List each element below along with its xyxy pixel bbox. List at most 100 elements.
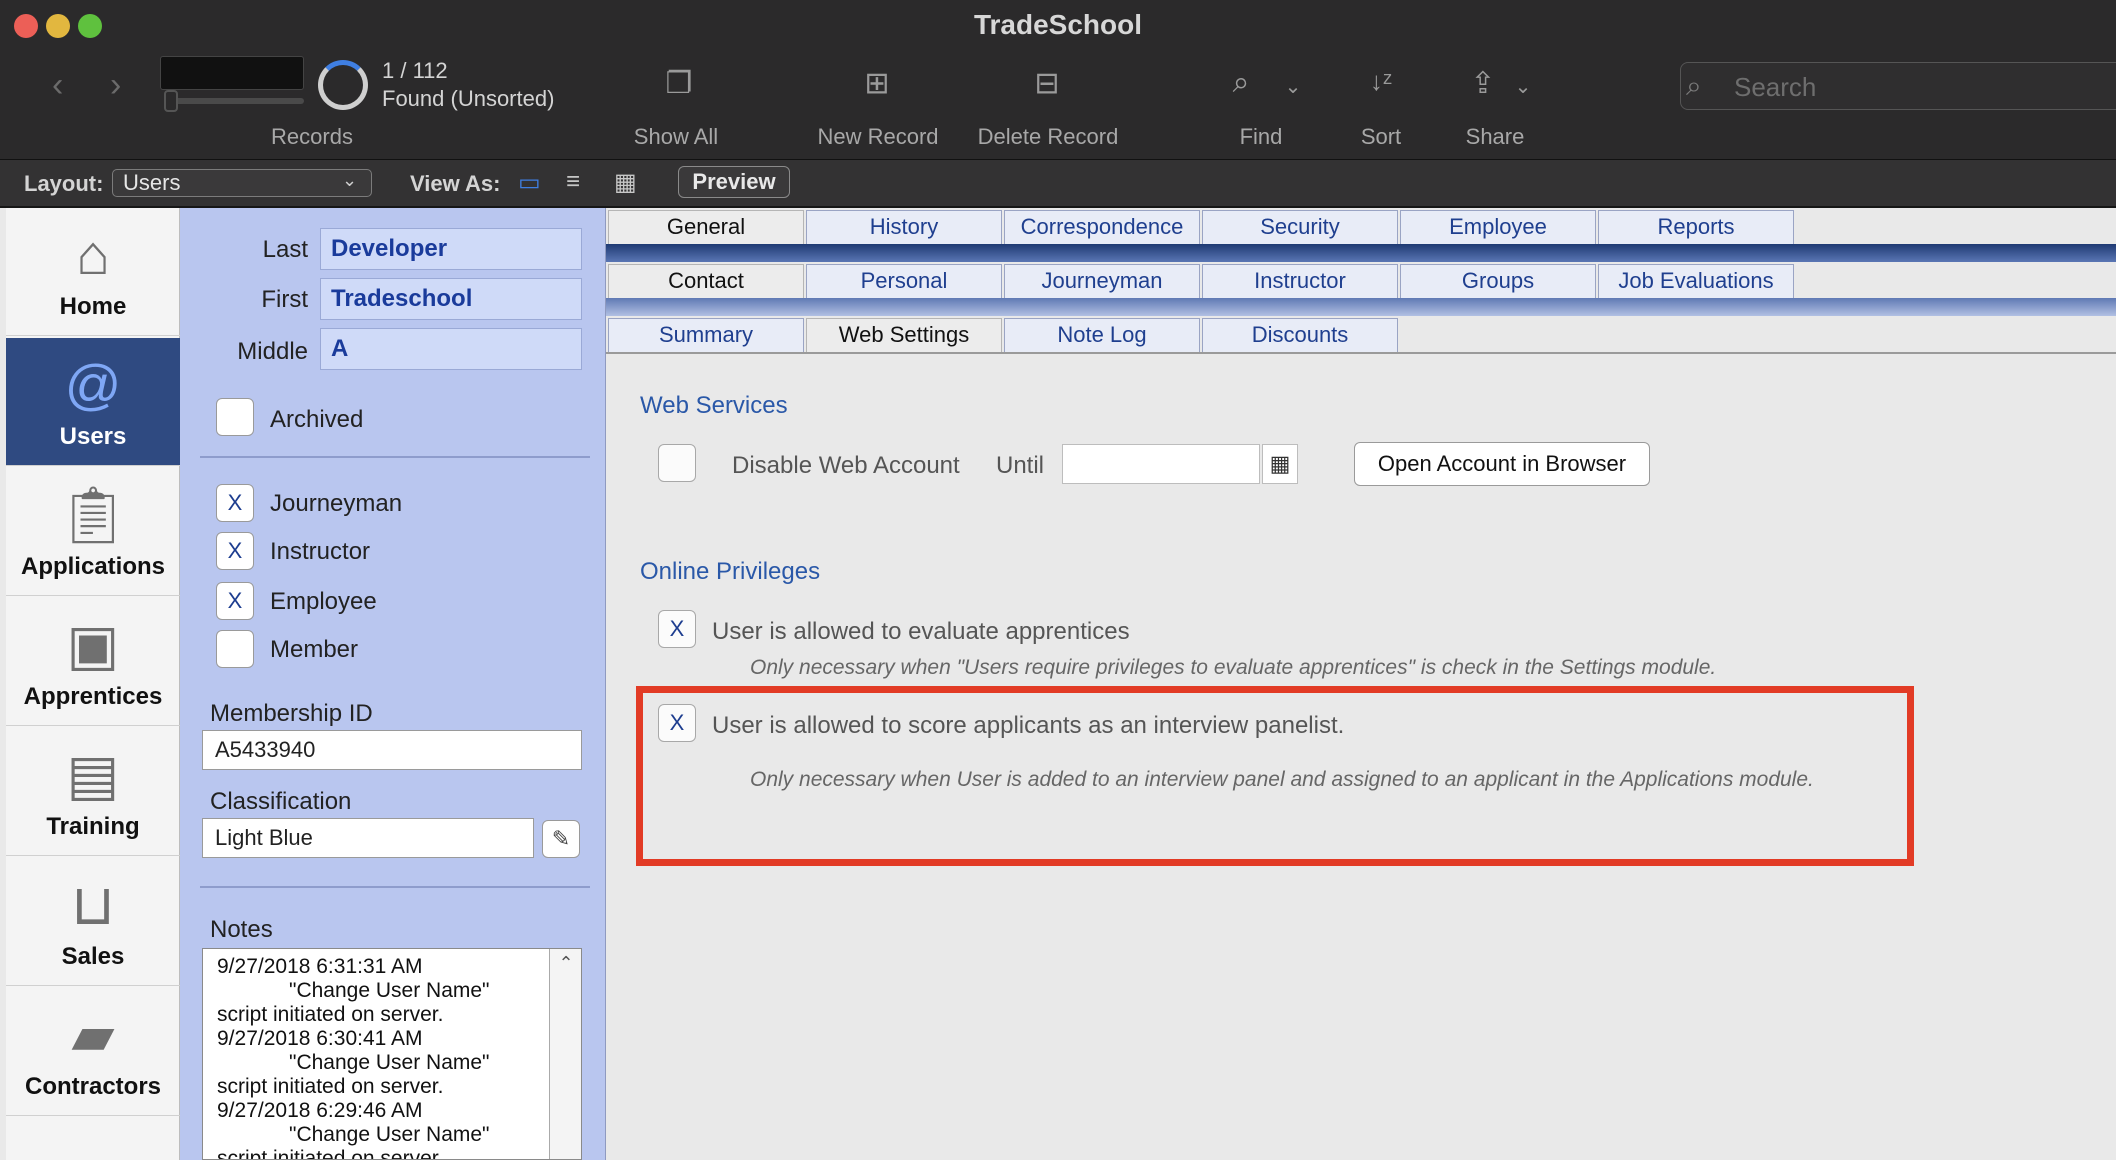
disable-web-account-checkbox[interactable] bbox=[658, 444, 696, 482]
edit-pencil-icon[interactable]: ✎ bbox=[542, 820, 580, 858]
record-number-field[interactable] bbox=[160, 56, 304, 90]
window-toolbar: TradeSchool ‹ › 1 / 112 Found (Unsorted)… bbox=[0, 0, 2116, 160]
find-button[interactable]: Find bbox=[1206, 124, 1316, 150]
new-record-button[interactable]: New Record bbox=[804, 124, 952, 150]
divider bbox=[200, 886, 590, 888]
middle-name-field[interactable]: A bbox=[320, 328, 582, 370]
layout-select[interactable]: Users bbox=[112, 169, 372, 197]
notes-label: Notes bbox=[210, 916, 273, 943]
sidebar-item-users[interactable]: @ Users bbox=[6, 338, 180, 466]
new-record-icon[interactable]: ⊞ bbox=[852, 66, 902, 101]
tab-general[interactable]: General bbox=[608, 210, 804, 244]
tab-employee[interactable]: Employee bbox=[1400, 210, 1596, 244]
find-dropdown-chevron-icon[interactable]: ⌄ bbox=[1278, 74, 1308, 99]
chevron-down-icon: ⌄ bbox=[342, 170, 358, 190]
highlight-annotation-box bbox=[636, 686, 1914, 866]
record-slider-handle[interactable] bbox=[164, 90, 178, 112]
show-all-button[interactable]: Show All bbox=[616, 124, 736, 150]
tab-instructor[interactable]: Instructor bbox=[1202, 264, 1398, 298]
disable-web-account-label: Disable Web Account bbox=[732, 452, 960, 479]
record-slider[interactable] bbox=[164, 98, 304, 104]
house-icon: ⌂ bbox=[76, 223, 110, 286]
next-record-icon[interactable]: › bbox=[110, 68, 121, 102]
member-label: Member bbox=[270, 636, 359, 663]
list-view-icon[interactable]: ≡ bbox=[566, 168, 580, 196]
sidebar-item-applications[interactable]: 📋︎ Applications bbox=[6, 468, 180, 596]
classification-label: Classification bbox=[210, 788, 352, 815]
tab-summary[interactable]: Summary bbox=[608, 318, 804, 352]
find-icon[interactable]: ⌕ bbox=[1216, 66, 1266, 100]
sidebar-item-label: Users bbox=[59, 423, 127, 450]
records-label: Records bbox=[271, 124, 353, 149]
instructor-checkbox[interactable]: X bbox=[216, 532, 254, 570]
sidebar-item-label: Training bbox=[46, 813, 140, 840]
member-checkbox[interactable] bbox=[216, 630, 254, 668]
note-line: script initiated on server. bbox=[217, 1075, 444, 1098]
clipboard-icon: 📋︎ bbox=[57, 483, 129, 546]
notes-textarea[interactable]: 9/27/2018 6:31:31 AM "Change User Name" … bbox=[202, 948, 582, 1160]
open-account-in-browser-button[interactable]: Open Account in Browser bbox=[1354, 442, 1650, 486]
chevron-up-icon[interactable]: ⌃ bbox=[550, 953, 581, 974]
note-line: 9/27/2018 6:30:41 AM bbox=[217, 1027, 423, 1050]
preview-button[interactable]: Preview bbox=[678, 166, 790, 198]
web-services-title: Web Services bbox=[640, 392, 788, 419]
share-button[interactable]: Share bbox=[1440, 124, 1550, 150]
share-icon[interactable]: ⇪ bbox=[1458, 66, 1508, 101]
sidebar-item-label: Applications bbox=[20, 553, 165, 580]
tab-reports[interactable]: Reports bbox=[1598, 210, 1794, 244]
sort-icon[interactable]: ↓ᶻ bbox=[1356, 66, 1406, 97]
table-view-icon[interactable]: ▦ bbox=[614, 168, 637, 197]
employee-label: Employee bbox=[270, 588, 377, 615]
note-line: script initiated on server. bbox=[217, 1003, 444, 1026]
journeyman-checkbox[interactable]: X bbox=[216, 484, 254, 522]
evaluate-apprentices-note: Only necessary when "Users require privi… bbox=[750, 656, 1717, 679]
tab-job-evaluations[interactable]: Job Evaluations bbox=[1598, 264, 1794, 298]
membership-id-field[interactable]: A5433940 bbox=[202, 730, 582, 770]
delete-record-icon[interactable]: ⊟ bbox=[1022, 66, 1072, 101]
until-date-field[interactable] bbox=[1062, 444, 1260, 484]
sidebar-item-contractors[interactable]: ▰ Contractors bbox=[6, 988, 180, 1116]
sort-button[interactable]: Sort bbox=[1326, 124, 1436, 150]
note-line: "Change User Name" bbox=[289, 979, 490, 1002]
tab-personal[interactable]: Personal bbox=[806, 264, 1002, 298]
certificate-icon: ▤ bbox=[66, 743, 120, 806]
sidebar-item-label: Contractors bbox=[24, 1073, 162, 1100]
first-name-field[interactable]: Tradeschool bbox=[320, 278, 582, 320]
tab-web-settings[interactable]: Web Settings bbox=[806, 318, 1002, 352]
search-placeholder: Search bbox=[1734, 72, 1817, 102]
notes-scrollbar[interactable]: ⌃ bbox=[549, 949, 581, 1159]
tab-row-band bbox=[606, 244, 2116, 262]
tab-correspondence[interactable]: Correspondence bbox=[1004, 210, 1200, 244]
sidebar-item-sales[interactable]: ⊔ Sales bbox=[6, 858, 180, 986]
note-line: script initiated on server. bbox=[217, 1147, 444, 1160]
sidebar-item-training[interactable]: ▤ Training bbox=[6, 728, 180, 856]
archived-label: Archived bbox=[270, 406, 364, 433]
tab-contact[interactable]: Contact bbox=[608, 264, 804, 298]
tab-security[interactable]: Security bbox=[1202, 210, 1398, 244]
tab-history[interactable]: History bbox=[806, 210, 1002, 244]
sidebar-item-apprentices[interactable]: ▣ Apprentices bbox=[6, 598, 180, 726]
tab-journeyman[interactable]: Journeyman bbox=[1004, 264, 1200, 298]
until-label: Until bbox=[996, 452, 1045, 479]
records-pie-icon bbox=[318, 60, 368, 110]
tab-note-log[interactable]: Note Log bbox=[1004, 318, 1200, 352]
evaluate-apprentices-checkbox[interactable]: X bbox=[658, 610, 696, 648]
calendar-icon[interactable]: ▦ bbox=[1262, 444, 1298, 484]
tab-divider bbox=[606, 352, 2116, 354]
previous-record-icon[interactable]: ‹ bbox=[52, 68, 63, 102]
address-book-icon: @ bbox=[64, 353, 122, 416]
shopping-basket-icon: ⊔ bbox=[71, 873, 115, 936]
classification-field[interactable]: Light Blue bbox=[202, 818, 534, 858]
tab-groups[interactable]: Groups bbox=[1400, 264, 1596, 298]
show-all-icon[interactable]: ❐ bbox=[654, 66, 704, 101]
employee-checkbox[interactable]: X bbox=[216, 582, 254, 620]
archived-checkbox[interactable] bbox=[216, 398, 254, 436]
form-view-icon[interactable]: ▭ bbox=[518, 168, 541, 197]
instructor-label: Instructor bbox=[270, 538, 371, 565]
sidebar-item-label: Sales bbox=[61, 943, 125, 970]
tab-discounts[interactable]: Discounts bbox=[1202, 318, 1398, 352]
sidebar-item-home[interactable]: ⌂ Home bbox=[6, 208, 180, 336]
last-name-field[interactable]: Developer bbox=[320, 228, 582, 270]
share-dropdown-chevron-icon[interactable]: ⌄ bbox=[1508, 74, 1538, 99]
delete-record-button[interactable]: Delete Record bbox=[970, 124, 1126, 150]
